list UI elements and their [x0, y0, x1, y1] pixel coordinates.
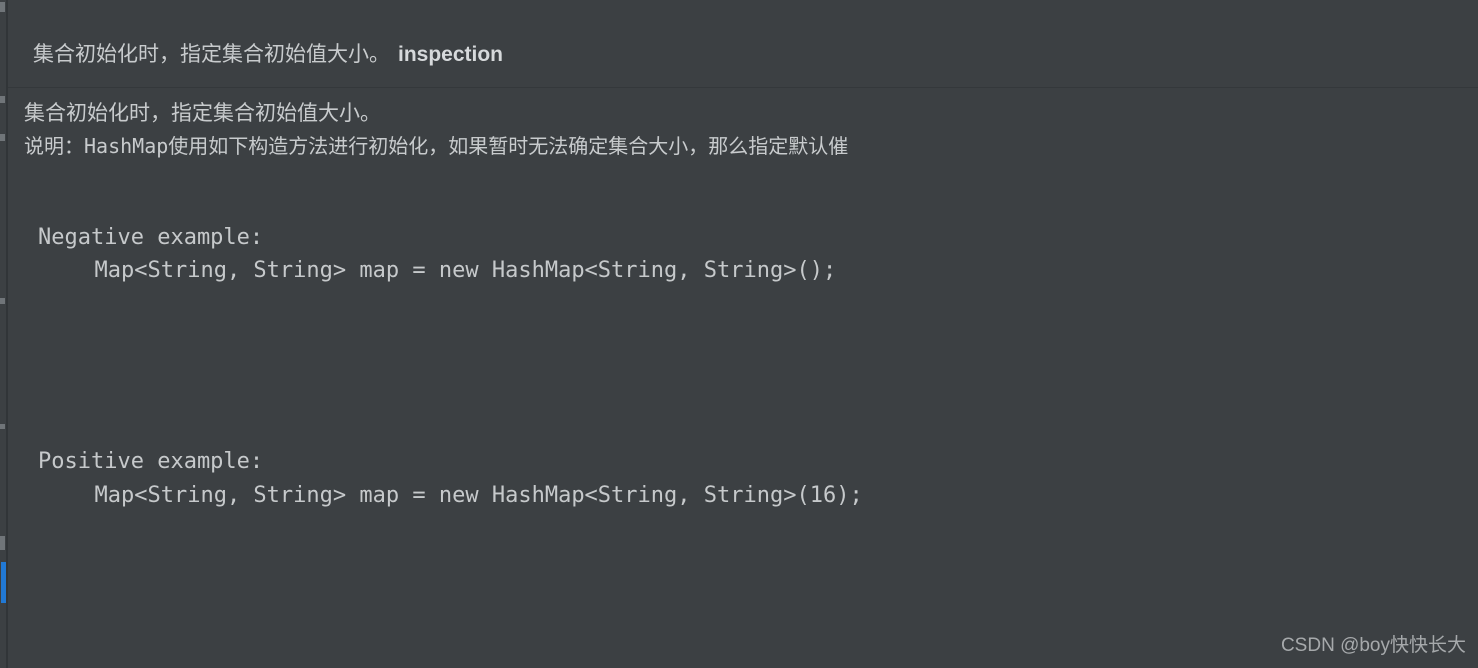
positive-example-code: Map<String, String> map = new HashMap<St… [68, 483, 863, 508]
gutter-selection-highlight[interactable] [1, 562, 6, 603]
positive-example-label: Positive example: [38, 449, 264, 474]
description-line-1: 集合初始化时，指定集合初始值大小。 [24, 102, 381, 125]
popup-body: 集合初始化时，指定集合初始值大小。 说明：HashMap使用如下构造方法进行初始… [8, 88, 1478, 668]
gutter-artifact [0, 2, 5, 12]
popup-title-text: 集合初始化时，指定集合初始值大小。 [33, 43, 390, 66]
gutter-artifact [0, 134, 5, 141]
description-line-2: 说明：HashMap使用如下构造方法进行初始化，如果暂时无法确定集合大小，那么指… [24, 134, 849, 158]
documentation-popup[interactable]: 集合初始化时，指定集合初始值大小。 inspection 集合初始化时，指定集合初… [8, 0, 1478, 668]
inspection-badge-label: inspection [398, 43, 504, 66]
gutter-artifact [0, 536, 5, 550]
csdn-watermark: CSDN @boy快快长大 [1280, 635, 1466, 656]
popup-header: 集合初始化时，指定集合初始值大小。 inspection [8, 0, 1478, 88]
negative-example-code: Map<String, String> map = new HashMap<St… [68, 258, 837, 283]
popup-title: 集合初始化时，指定集合初始值大小。 inspection [33, 44, 503, 65]
gutter-artifact [0, 96, 5, 103]
negative-example-label: Negative example: [38, 225, 264, 250]
gutter-artifact [0, 424, 5, 429]
editor-gutter[interactable] [0, 0, 8, 668]
gutter-artifact [0, 298, 5, 304]
